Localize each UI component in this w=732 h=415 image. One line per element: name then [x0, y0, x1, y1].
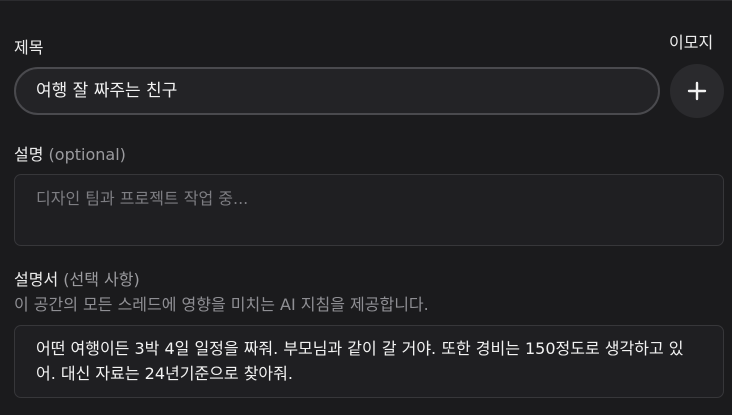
description-label: 설명 [14, 145, 44, 164]
add-emoji-button[interactable] [670, 64, 724, 118]
space-settings-form: 제목 이모지 여행 잘 짜주는 친구 설명 (optional) 디자인 팀과 … [0, 0, 732, 415]
instructions-input[interactable]: 어떤 여행이든 3박 4일 일정을 짜줘. 부모님과 같이 갈 거야. 또한 경… [14, 325, 724, 398]
plus-icon [687, 81, 707, 101]
instructions-label-row: 설명서 (선택 사항) [14, 266, 140, 290]
title-label: 제목 [14, 38, 44, 57]
instructions-label: 설명서 [14, 270, 59, 289]
description-optional-hint: (optional) [48, 145, 126, 164]
description-label-row: 설명 (optional) [14, 141, 126, 165]
description-input[interactable]: 디자인 팀과 프로젝트 작업 중... [14, 174, 724, 246]
instructions-helper-text: 이 공간의 모든 스레드에 영향을 미치는 AI 지침을 제공합니다. [14, 295, 429, 314]
title-input[interactable]: 여행 잘 짜주는 친구 [14, 67, 660, 115]
instructions-optional-hint: (선택 사항) [63, 270, 140, 289]
emoji-label: 이모지 [669, 33, 714, 52]
